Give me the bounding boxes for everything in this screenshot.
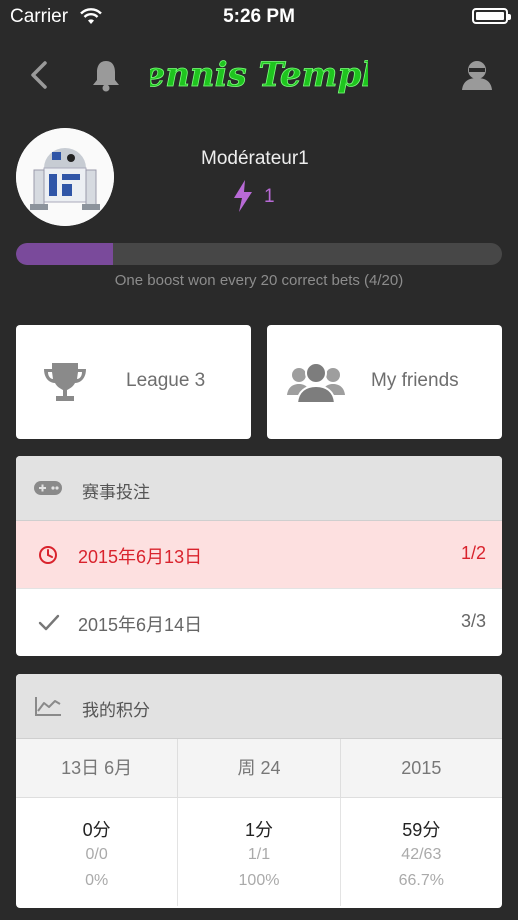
scores-panel: 我的积分 13日 6月 周 24 2015 0分 0/0 0% 1分 1/1 1… xyxy=(16,674,502,908)
nav-bar: Tennis Temple xyxy=(0,40,518,110)
score-column-year: 59分 42/63 66.7% xyxy=(341,798,502,906)
app-logo: Tennis Temple xyxy=(122,48,397,100)
boost-progress-fill xyxy=(16,243,114,265)
gamepad-icon xyxy=(34,481,62,495)
score-points: 59分 xyxy=(402,820,441,840)
boost-counter: 1 xyxy=(232,180,275,212)
boost-progress-bar xyxy=(16,243,502,265)
bet-row-done[interactable]: 2015年6月14日 3/3 xyxy=(16,589,502,656)
bets-panel-header[interactable]: 赛事投注 xyxy=(16,456,502,521)
boost-progress-caption: One boost won every 20 correct bets (4/2… xyxy=(114,272,404,289)
bet-date: 2015年6月14日 xyxy=(78,615,203,635)
chart-icon xyxy=(35,697,61,716)
bell-icon[interactable] xyxy=(88,57,124,93)
scores-panel-title: 我的积分 xyxy=(82,701,150,720)
friends-icon xyxy=(287,362,345,403)
username: Modérateur1 xyxy=(201,148,309,169)
score-percent: 66.7% xyxy=(398,872,444,889)
score-ratio: 0/0 xyxy=(85,846,108,863)
friends-card[interactable]: My friends xyxy=(267,325,502,439)
user-icon[interactable] xyxy=(459,57,495,93)
battery-icon xyxy=(472,8,511,24)
score-ratio: 42/63 xyxy=(401,846,442,863)
robot-avatar-image xyxy=(16,128,114,226)
back-icon[interactable] xyxy=(22,57,58,93)
score-percent: 100% xyxy=(238,872,280,889)
scores-header-row: 13日 6月 周 24 2015 xyxy=(16,739,502,798)
friends-label: My friends xyxy=(371,370,459,391)
score-points: 0分 xyxy=(82,820,111,840)
bet-fraction: 3/3 xyxy=(460,611,486,631)
scores-panel-header: 我的积分 xyxy=(16,674,502,739)
league-label: League 3 xyxy=(126,370,206,391)
score-percent: 0% xyxy=(85,872,109,889)
bet-fraction: 1/2 xyxy=(460,543,486,563)
bets-panel: 赛事投注 2015年6月13日 1/2 2015年6月14日 3/3 xyxy=(16,456,502,656)
status-bar: Carrier 5:26 PM xyxy=(0,0,518,34)
score-column-week: 1分 1/1 100% xyxy=(178,798,341,906)
checkmark-icon xyxy=(38,614,60,631)
clock: 5:26 PM xyxy=(223,6,295,27)
avatar[interactable] xyxy=(16,128,114,226)
svg-text:Tennis Temple: Tennis Temple xyxy=(150,55,368,95)
boost-count: 1 xyxy=(264,186,275,207)
bet-date: 2015年6月13日 xyxy=(78,547,203,567)
bets-panel-title: 赛事投注 xyxy=(82,483,150,502)
trophy-icon xyxy=(44,363,86,401)
lightning-bolt-icon xyxy=(234,180,252,212)
scores-header-year[interactable]: 2015 xyxy=(341,739,502,797)
scores-header-week[interactable]: 周 24 xyxy=(178,739,341,797)
scores-body-row: 0分 0/0 0% 1分 1/1 100% 59分 42/63 66.7% xyxy=(16,798,502,906)
clock-icon xyxy=(39,546,57,564)
score-points: 1分 xyxy=(244,820,273,840)
score-ratio: 1/1 xyxy=(247,846,271,863)
bet-row-pending[interactable]: 2015年6月13日 1/2 xyxy=(16,521,502,589)
scores-header-day[interactable]: 13日 6月 xyxy=(16,739,179,797)
league-card[interactable]: League 3 xyxy=(16,325,251,439)
score-column-day: 0分 0/0 0% xyxy=(16,798,179,906)
